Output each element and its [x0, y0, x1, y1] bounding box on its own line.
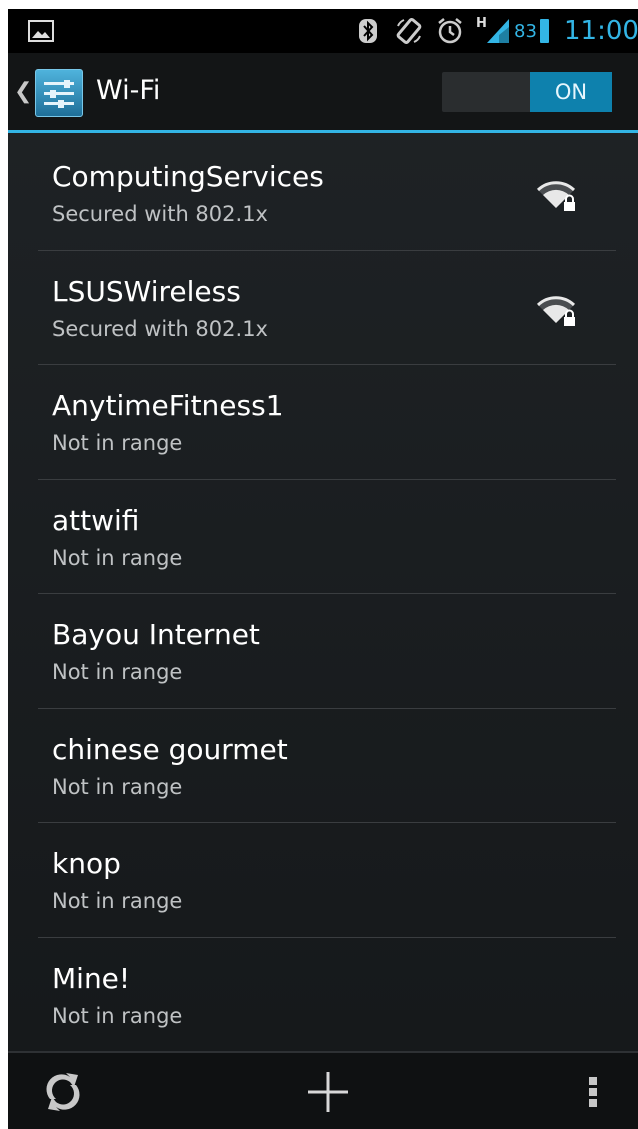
network-row-attwifi[interactable]: attwifi Not in range [8, 480, 638, 595]
network-status: Not in range [52, 1003, 183, 1028]
network-name: chinese gourmet [52, 732, 288, 766]
wifi-toggle[interactable]: ON [442, 72, 612, 112]
scan-icon [46, 1073, 80, 1111]
network-row-mine[interactable]: Mine! Not in range [8, 938, 638, 1053]
alarm-icon [436, 9, 464, 53]
battery-icon: 83 [514, 9, 549, 53]
overflow-menu-button[interactable] [568, 1053, 618, 1129]
gallery-icon [28, 9, 54, 53]
network-name: AnytimeFitness1 [52, 389, 284, 422]
network-status: Secured with 802.1x [52, 316, 268, 341]
network-status: Not in range [52, 545, 183, 570]
add-icon [308, 1072, 348, 1112]
network-name: LSUSWireless [52, 274, 241, 308]
settings-app-icon[interactable] [35, 69, 83, 117]
network-status: Not in range [52, 431, 183, 455]
network-row-anytimefitness1[interactable]: AnytimeFitness1 Not in range [8, 365, 638, 480]
screen-title: Wi-Fi [96, 75, 161, 106]
network-status: Not in range [52, 774, 183, 799]
wifi-settings-screen: H 83 11:00 ❮ Wi-Fi ON ComputingServices … [8, 9, 638, 1129]
network-name: Mine! [52, 961, 131, 995]
network-name: Bayou Internet [52, 618, 260, 651]
wifi-toggle-thumb[interactable]: ON [530, 72, 612, 112]
network-row-chinese-gourmet[interactable]: chinese gourmet Not in range [8, 709, 638, 824]
bottom-action-bar [8, 1051, 638, 1129]
network-status: Secured with 802.1x [52, 202, 268, 226]
network-row-knop[interactable]: knop Not in range [8, 823, 638, 938]
battery-percent: 83 [514, 20, 537, 42]
network-status: Not in range [52, 660, 183, 684]
action-bar: ❮ Wi-Fi ON [8, 53, 638, 133]
status-bar: H 83 11:00 [8, 9, 638, 53]
wifi-lock-icon [536, 178, 578, 214]
scan-button[interactable] [28, 1053, 98, 1129]
network-row-lsuswireless[interactable]: LSUSWireless Secured with 802.1x [8, 251, 638, 366]
network-name: ComputingServices [52, 160, 324, 193]
overflow-menu-icon [589, 1074, 597, 1110]
clock-time: 11:00 [564, 16, 638, 46]
wifi-lock-icon [536, 293, 578, 329]
network-name: attwifi [52, 503, 140, 537]
rotate-icon [395, 9, 423, 53]
back-caret-icon[interactable]: ❮ [14, 79, 32, 104]
add-network-button[interactable] [288, 1053, 368, 1129]
bluetooth-icon [358, 9, 378, 53]
signal-type-label: H [476, 15, 487, 31]
network-row-computingservices[interactable]: ComputingServices Secured with 802.1x [8, 136, 638, 251]
signal-icon: H [476, 9, 509, 53]
network-status: Not in range [52, 889, 183, 913]
network-name: knop [52, 847, 121, 880]
network-list: ComputingServices Secured with 802.1x LS… [8, 136, 638, 1052]
network-row-bayou-internet[interactable]: Bayou Internet Not in range [8, 594, 638, 709]
